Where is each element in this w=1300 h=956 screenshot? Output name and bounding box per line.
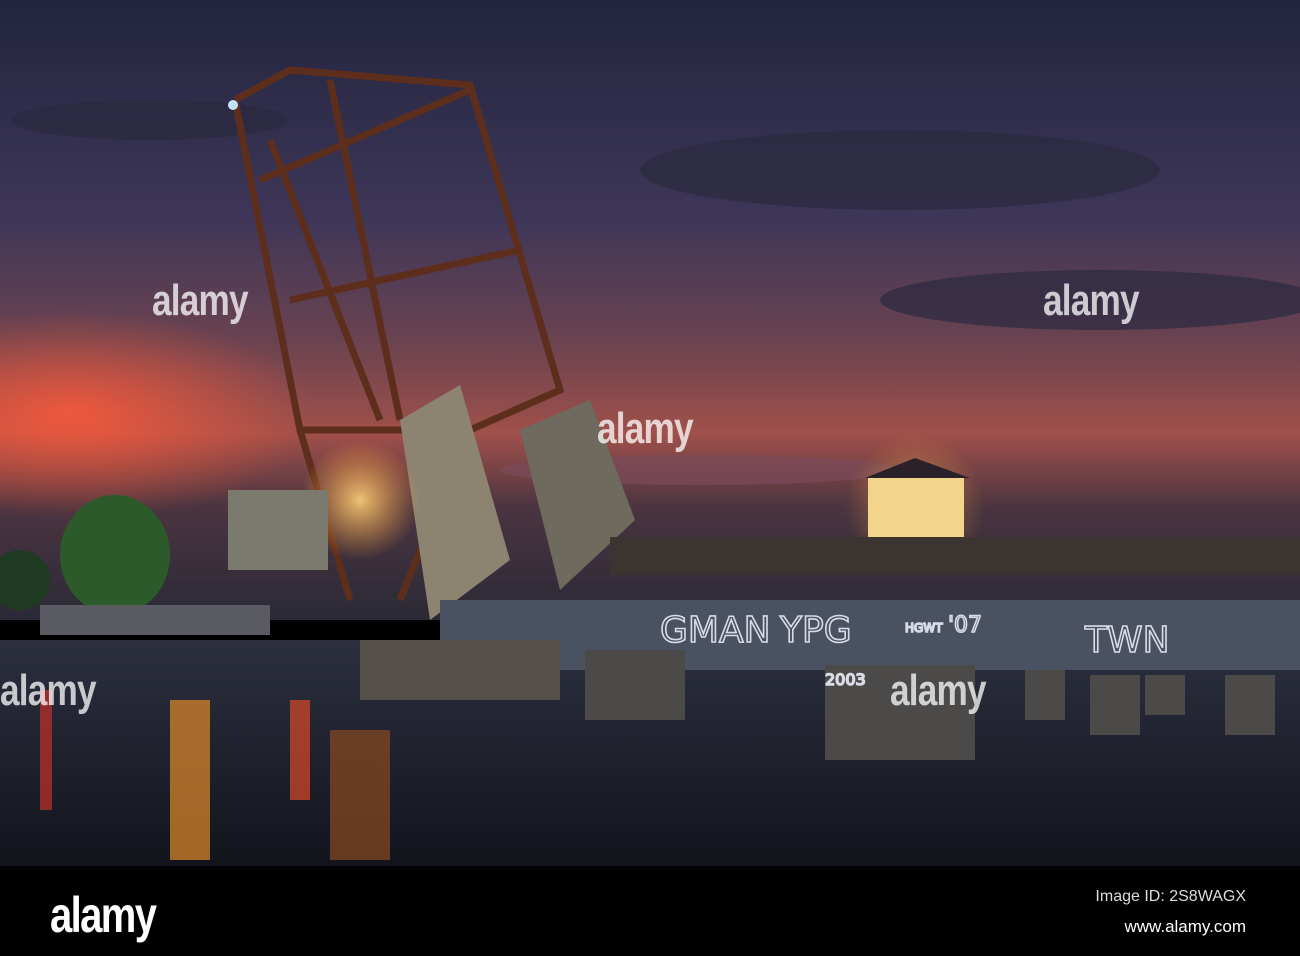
graffiti-gman: GMAN [660,610,771,651]
graffiti-twn: TWN [1084,620,1170,661]
image-id: Image ID: 2S8WAGX [1095,888,1246,905]
footer-bar: alamy Image ID: 2S8WAGX www.alamy.com [0,866,1300,956]
road-bridge-railing [610,537,1300,575]
watermark: alamy [890,666,987,715]
operator-house [228,490,328,570]
rail-girder [440,600,1300,670]
watermark: alamy [152,276,249,325]
graffiti-07: '07 [948,613,982,638]
graffiti-hgwt: HGWT [905,621,943,635]
site-url: www.alamy.com [1124,917,1246,936]
graffiti-2003: 2003 [825,670,866,689]
watermark: alamy [0,666,97,715]
graffiti-ypg: YPG [779,610,852,651]
alamy-logo: alamy [50,887,157,943]
beacon-light [228,100,238,110]
watermark: alamy [597,404,694,453]
watermark: alamy [1043,276,1140,325]
